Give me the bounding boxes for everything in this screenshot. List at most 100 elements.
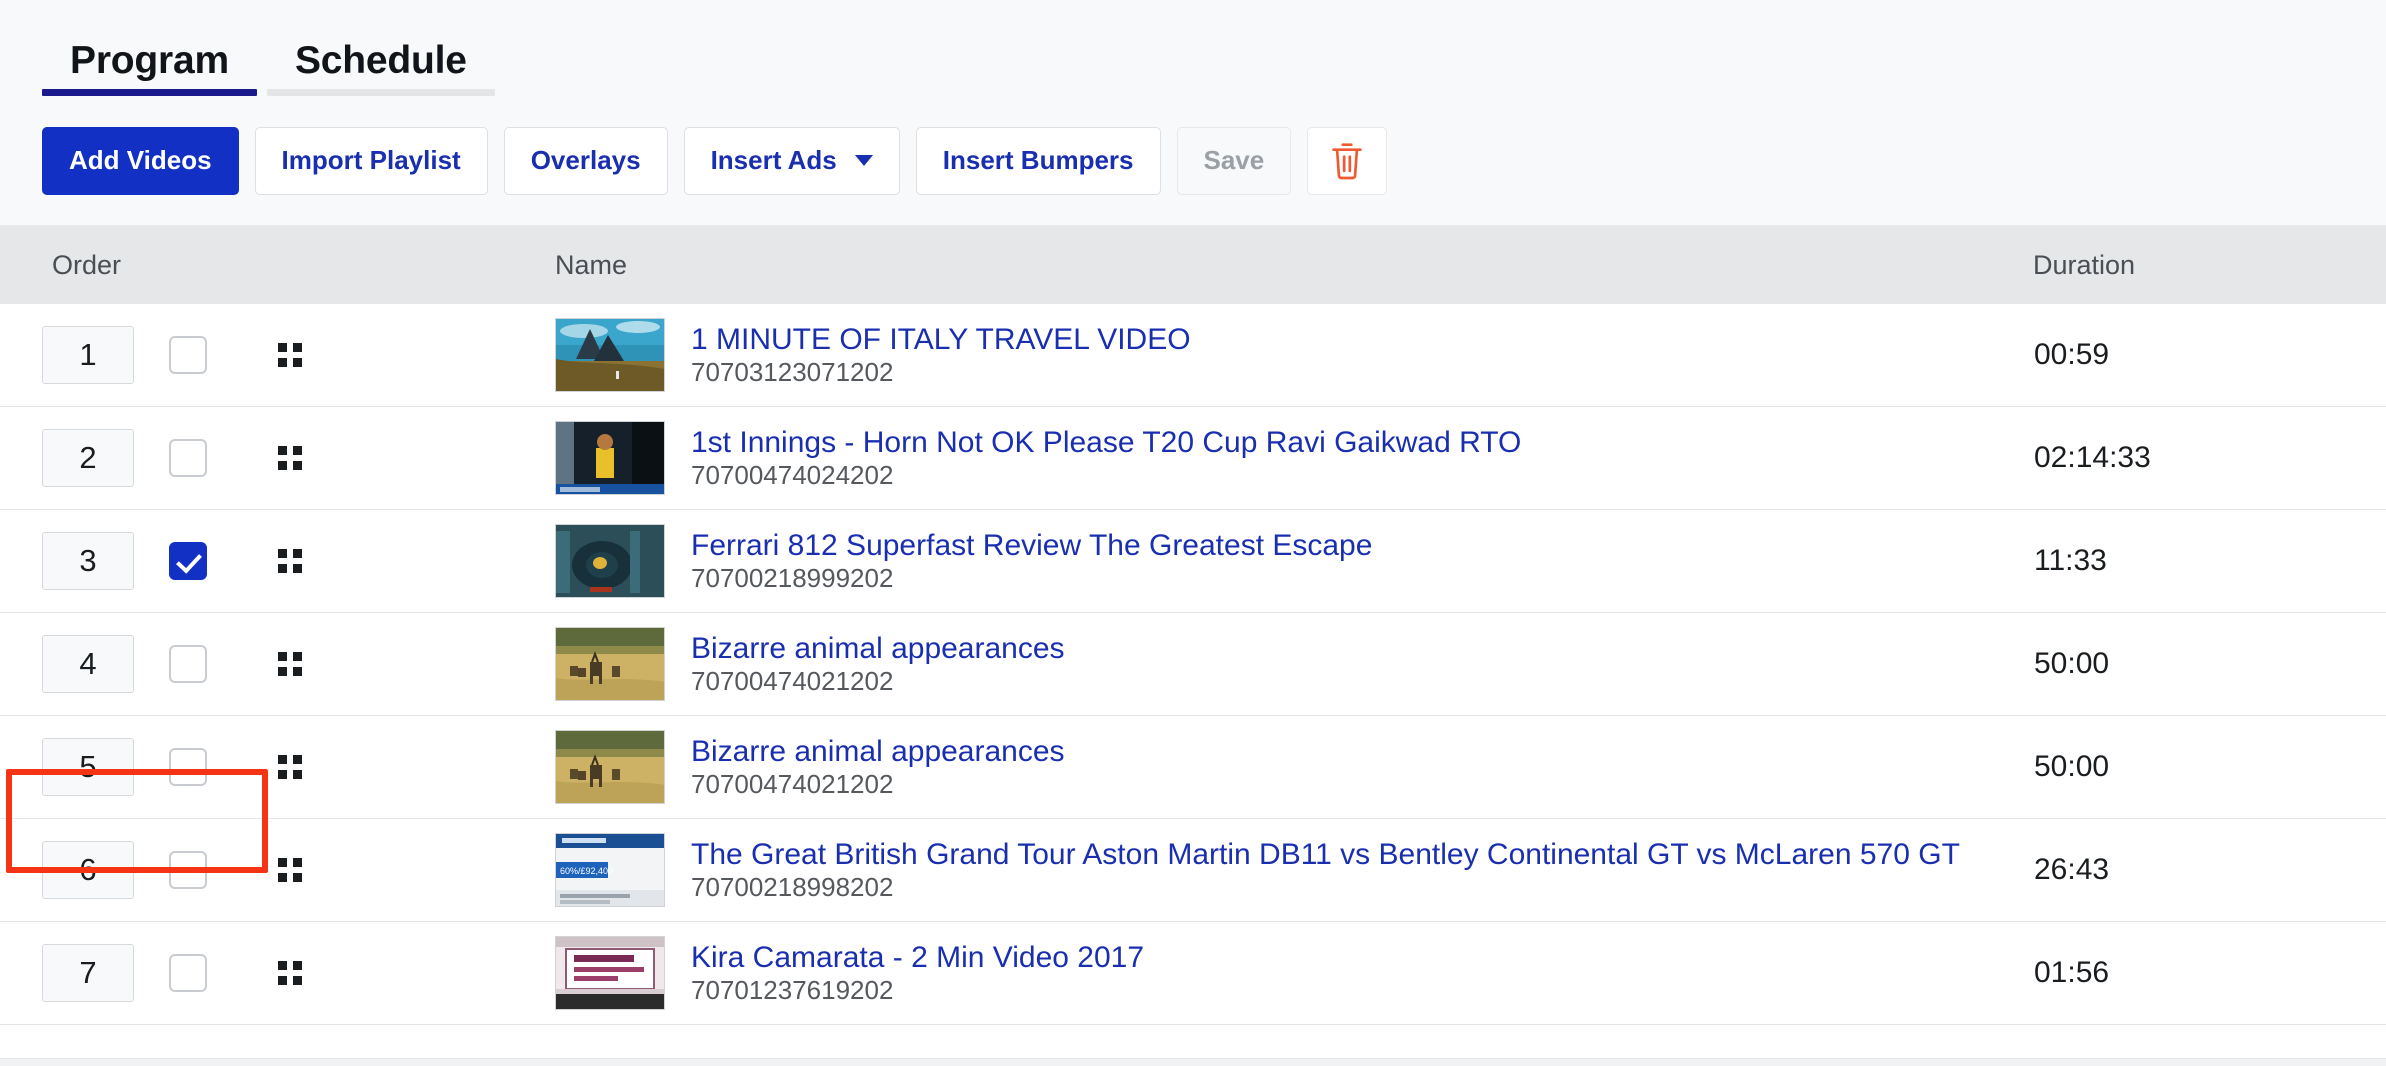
duration-cell: 50:00 [2010, 613, 2386, 716]
drag-dots-icon [278, 755, 302, 779]
video-title-link[interactable]: The Great British Grand Tour Aston Marti… [691, 838, 1960, 872]
row-select-checkbox[interactable] [169, 954, 207, 992]
drag-handle[interactable] [242, 652, 338, 676]
drag-dots-icon [278, 343, 302, 367]
video-title-link[interactable]: Bizarre animal appearances [691, 632, 1065, 666]
drag-handle[interactable] [242, 446, 338, 470]
row-select-checkbox[interactable] [169, 748, 207, 786]
table-row[interactable]: 7 Kira Camarata - 2 Min Video 2017 70701… [0, 922, 2386, 1025]
add-videos-button[interactable]: Add Videos [42, 126, 239, 195]
chevron-down-icon [854, 155, 873, 166]
duration-cell: 00:59 [2010, 304, 2386, 407]
row-select-checkbox-wrap [134, 748, 242, 786]
table-row[interactable]: 6 60%/£92,400 The Great British Grand To… [0, 819, 2386, 922]
video-title-link[interactable]: Ferrari 812 Superfast Review The Greates… [691, 529, 1372, 563]
drag-dots-icon [278, 961, 302, 985]
order-cell: 3 [0, 510, 555, 613]
drag-handle[interactable] [242, 343, 338, 367]
insert-ads-dropdown-button[interactable]: Insert Ads [683, 126, 900, 195]
column-header-name: Name [555, 226, 2010, 304]
duration-value: 50:00 [2034, 647, 2110, 680]
name-cell: Bizarre animal appearances 7070047402120… [555, 613, 2010, 716]
video-thumbnail [555, 524, 665, 598]
order-number-input[interactable]: 4 [42, 635, 134, 693]
table-row[interactable]: 1 1 MINUTE OF ITALY TRAVEL VIDEO 7070312… [0, 304, 2386, 407]
order-number-input[interactable]: 6 [42, 841, 134, 899]
duration-value: 11:33 [2034, 544, 2107, 577]
order-cell: 1 [0, 304, 555, 407]
row-select-checkbox[interactable] [169, 439, 207, 477]
tab-program-label: Program [70, 39, 229, 82]
delete-button[interactable] [1307, 126, 1388, 195]
video-title-link[interactable]: Kira Camarata - 2 Min Video 2017 [691, 941, 1144, 975]
insert-ads-label: Insert Ads [710, 145, 837, 175]
name-cell: 60%/£92,400 The Great British Grand Tour… [555, 819, 2010, 922]
row-select-checkbox-wrap [134, 439, 242, 477]
table-header: Order Name Duration [0, 226, 2386, 304]
duration-value: 00:59 [2034, 338, 2110, 371]
tab-schedule-label: Schedule [294, 39, 467, 82]
row-select-checkbox[interactable] [169, 851, 207, 889]
video-title-link[interactable]: 1st Innings - Horn Not OK Please T20 Cup… [691, 426, 1521, 460]
order-number-input[interactable]: 7 [42, 944, 134, 1002]
video-thumbnail: 60%/£92,400 [555, 833, 665, 907]
name-cell: Ferrari 812 Superfast Review The Greates… [555, 510, 2010, 613]
overlays-label: Overlays [530, 145, 641, 175]
video-id: 70700474024202 [691, 460, 894, 491]
drag-handle[interactable] [242, 961, 338, 985]
row-select-checkbox-wrap [134, 336, 242, 374]
program-table-container[interactable]: Order Name Duration 1 1 MINUTE OF ITALY … [0, 226, 2386, 1066]
table-row[interactable]: 3 Ferrari 812 Superfast Review The Great… [0, 510, 2386, 613]
order-number-input[interactable]: 5 [42, 738, 134, 796]
overlays-button[interactable]: Overlays [503, 126, 668, 195]
main-tab-bar: Program Schedule [0, 0, 2386, 96]
order-number-input[interactable]: 1 [42, 326, 134, 384]
duration-cell: 50:00 [2010, 716, 2386, 819]
duration-cell: 01:56 [2010, 922, 2386, 1025]
drag-dots-icon [278, 549, 302, 573]
save-button[interactable]: Save [1176, 126, 1292, 195]
video-title-link[interactable]: Bizarre animal appearances [691, 735, 1065, 769]
drag-handle[interactable] [242, 549, 338, 573]
video-id: 70700218998202 [691, 872, 894, 903]
video-id: 70700474021202 [691, 666, 894, 697]
program-table: Order Name Duration 1 1 MINUTE OF ITALY … [0, 226, 2386, 1025]
duration-cell: 02:14:33 [2010, 407, 2386, 510]
insert-bumpers-button[interactable]: Insert Bumpers [915, 126, 1161, 195]
order-number-input[interactable]: 3 [42, 532, 134, 590]
tab-program[interactable]: Program [42, 41, 257, 96]
duration-cell: 26:43 [2010, 819, 2386, 922]
table-row[interactable]: 5 Bizarre animal appearances 70700474021… [0, 716, 2386, 819]
row-select-checkbox[interactable] [169, 336, 207, 374]
trash-icon [1332, 142, 1363, 179]
drag-dots-icon [278, 446, 302, 470]
video-thumbnail [555, 730, 665, 804]
drag-handle[interactable] [242, 755, 338, 779]
order-cell: 6 [0, 819, 555, 922]
video-thumbnail [555, 318, 665, 392]
video-id: 70700218999202 [691, 563, 894, 594]
order-cell: 2 [0, 407, 555, 510]
video-thumbnail [555, 627, 665, 701]
name-cell: 1 MINUTE OF ITALY TRAVEL VIDEO 707031230… [555, 304, 2010, 407]
order-number-input[interactable]: 2 [42, 429, 134, 487]
row-select-checkbox[interactable] [169, 645, 207, 683]
tab-schedule[interactable]: Schedule [266, 39, 495, 96]
order-cell: 4 [0, 613, 555, 716]
duration-cell: 11:33 [2010, 510, 2386, 613]
table-row[interactable]: 4 Bizarre animal appearances 70700474021… [0, 613, 2386, 716]
video-title-link[interactable]: 1 MINUTE OF ITALY TRAVEL VIDEO [691, 323, 1191, 357]
drag-handle[interactable] [242, 858, 338, 882]
row-select-checkbox[interactable] [169, 542, 207, 580]
row-select-checkbox-wrap [134, 645, 242, 683]
table-row[interactable]: 2 1st Innings - Horn Not OK Please T20 C… [0, 407, 2386, 510]
video-id: 70700474021202 [691, 769, 894, 800]
tab-schedule-underline [266, 89, 495, 96]
import-playlist-button[interactable]: Import Playlist [254, 126, 488, 195]
video-id: 70701237619202 [691, 975, 894, 1006]
drag-dots-icon [278, 652, 302, 676]
add-videos-label: Add Videos [69, 145, 212, 175]
video-thumbnail [555, 421, 665, 495]
import-playlist-label: Import Playlist [281, 145, 461, 175]
drag-dots-icon [278, 858, 302, 882]
